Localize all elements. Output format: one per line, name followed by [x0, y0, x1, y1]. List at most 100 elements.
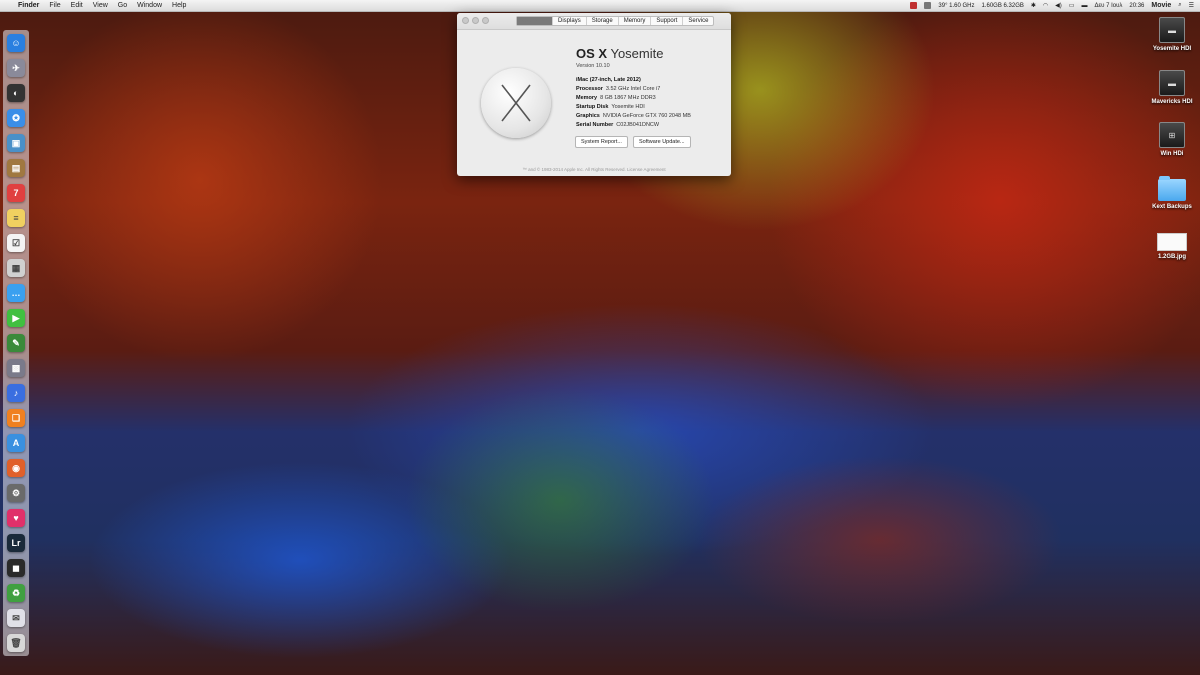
desktop-item-label: 1.2GB.jpg: [1157, 254, 1186, 260]
spec-memory: Memory 8 GB 1867 MHz DDR3: [576, 94, 691, 103]
about-tabs: Overview Displays Storage Memory Support…: [516, 16, 715, 26]
messages-icon[interactable]: …: [7, 284, 25, 302]
tab-memory[interactable]: Memory: [619, 17, 652, 25]
spec-label: iMac (27-inch, Late 2012): [576, 77, 641, 83]
battery-icon[interactable]: ▭: [1069, 2, 1075, 9]
desktop-item-label: Kext Backups: [1152, 204, 1192, 210]
desktop-item-image-file[interactable]: 1.2GB.jpg: [1147, 233, 1197, 260]
desktop-item-win-hdi[interactable]: ⊞ Win HDi: [1147, 122, 1197, 157]
spec-label: Graphics: [576, 113, 600, 119]
app-store-icon[interactable]: A: [7, 434, 25, 452]
menu-file[interactable]: File: [49, 2, 60, 9]
desktop-item-mavericks-hdi[interactable]: ▬ Mavericks HDI: [1147, 70, 1197, 105]
time-readout[interactable]: 20:36: [1129, 3, 1144, 9]
about-this-mac-window: Overview Displays Storage Memory Support…: [457, 13, 731, 176]
dock: ☺ ✈ ◐ ✪ ▣ ▤ 7 ≡ ☑ ▦ … ▶ ✎ ▩ ♪ ❏ A ◉ ⚙ ♥ Lr ◼ ♻ ✉ 🗑: [3, 30, 29, 656]
menu-help[interactable]: Help: [172, 2, 186, 9]
status-area: 39° 1.60 GHz 1.60GB 6.32GB ✱ ◠ ◀) ▭ ▬ Δε…: [910, 2, 1200, 9]
tab-storage[interactable]: Storage: [587, 17, 619, 25]
desktop-item-yosemite-hdi[interactable]: ▬ Yosemite HDI: [1147, 17, 1197, 52]
itunes-icon[interactable]: ♪: [7, 384, 25, 402]
image-file-icon: [1157, 233, 1187, 251]
spec-label: Startup Disk: [576, 104, 609, 110]
spec-label: Processor: [576, 86, 603, 92]
desktop-item-kext-backups[interactable]: Kext Backups: [1147, 176, 1197, 210]
active-app-readout[interactable]: Movie: [1151, 2, 1171, 9]
windows-drive-icon: ⊞: [1159, 122, 1185, 148]
hard-drive-icon: ▬: [1159, 17, 1185, 43]
launchpad-icon[interactable]: ✈: [7, 59, 25, 77]
spec-value: C02JB041DNCW: [616, 122, 660, 128]
spec-serial-number: Serial Number C02JB041DNCW: [576, 121, 691, 130]
folder-icon: [1158, 176, 1186, 201]
tab-support[interactable]: Support: [651, 17, 684, 25]
memory-readout[interactable]: 1.60GB 6.32GB: [982, 3, 1024, 9]
desktop-item-label: Yosemite HDI: [1152, 46, 1192, 52]
minimize-button[interactable]: [472, 17, 479, 24]
menu-finder[interactable]: Finder: [18, 2, 39, 9]
about-buttons: System Report... Software Update...: [575, 136, 691, 148]
menu-go[interactable]: Go: [118, 2, 127, 9]
spotlight-icon[interactable]: ⌕: [1178, 2, 1181, 9]
chat-app-icon[interactable]: ✉: [7, 609, 25, 627]
menu-window[interactable]: Window: [137, 2, 162, 9]
notes-icon[interactable]: ≡: [7, 209, 25, 227]
os-x-logo-icon: [481, 68, 551, 138]
date-readout[interactable]: Δευ 7 Ιουλ: [1094, 3, 1122, 9]
spec-value: NVIDIA GeForce GTX 760 2048 MB: [602, 113, 691, 119]
dashboard-icon[interactable]: ◐: [7, 84, 25, 102]
reminders-icon[interactable]: ☑: [7, 234, 25, 252]
os-title-bold: OS X: [576, 46, 608, 61]
tab-displays[interactable]: Displays: [553, 17, 587, 25]
recycle-app-icon[interactable]: ♻: [7, 584, 25, 602]
os-title: OS X Yosemite: [576, 46, 663, 61]
hard-drive-icon: ▬: [1159, 70, 1185, 96]
spec-value: Yosemite HDI: [611, 104, 645, 110]
window-titlebar[interactable]: Overview Displays Storage Memory Support…: [457, 13, 731, 30]
menu-bar: Finder File Edit View Go Window Help 39°…: [0, 0, 1200, 12]
evernote-icon[interactable]: ✎: [7, 334, 25, 352]
wifi-icon[interactable]: ◠: [1043, 2, 1048, 9]
photos-icon[interactable]: ▩: [7, 359, 25, 377]
spec-graphics: Graphics NVIDIA GeForce GTX 760 2048 MB: [576, 112, 691, 121]
spec-label: Serial Number: [576, 122, 614, 128]
tab-overview[interactable]: Overview: [517, 17, 554, 25]
spec-value: 8 GB 1867 MHz DDR3: [600, 95, 656, 101]
finder-icon[interactable]: ☺: [7, 34, 25, 52]
tab-service[interactable]: Service: [683, 17, 713, 25]
notification-center-icon[interactable]: ☰: [1189, 2, 1194, 9]
camera-app-icon[interactable]: ◼: [7, 559, 25, 577]
safari-icon[interactable]: ✪: [7, 109, 25, 127]
menu-edit[interactable]: Edit: [71, 2, 83, 9]
calendar-icon[interactable]: 7: [7, 184, 25, 202]
contacts-icon[interactable]: ▤: [7, 159, 25, 177]
menu-view[interactable]: View: [93, 2, 108, 9]
os-title-name: Yosemite: [610, 46, 664, 61]
lightroom-icon[interactable]: Lr: [7, 534, 25, 552]
system-report-button[interactable]: System Report...: [575, 136, 628, 148]
cpu-temp-readout[interactable]: 39° 1.60 GHz: [938, 3, 974, 9]
photo-booth-icon[interactable]: ▦: [7, 259, 25, 277]
preview-icon[interactable]: ▣: [7, 134, 25, 152]
heart-app-icon[interactable]: ♥: [7, 509, 25, 527]
volume-icon[interactable]: ◀): [1055, 2, 1062, 9]
spec-model: iMac (27-inch, Late 2012): [576, 76, 691, 85]
firefox-icon[interactable]: ◉: [7, 459, 25, 477]
software-update-button[interactable]: Software Update...: [632, 136, 691, 148]
desktop-item-label: Win HDi: [1160, 151, 1184, 157]
close-button[interactable]: [462, 17, 469, 24]
flag-icon[interactable]: ▬: [1081, 3, 1087, 9]
x-glyph-icon: [501, 84, 531, 122]
spec-processor: Processor 3.52 GHz Intel Core i7: [576, 85, 691, 94]
trash-icon[interactable]: 🗑: [7, 634, 25, 652]
spec-list: iMac (27-inch, Late 2012) Processor 3.52 …: [576, 76, 691, 130]
system-preferences-icon[interactable]: ⚙: [7, 484, 25, 502]
zoom-button[interactable]: [482, 17, 489, 24]
ibooks-icon[interactable]: ❏: [7, 409, 25, 427]
desktop-item-label: Mavericks HDI: [1151, 99, 1193, 105]
status-gray-icon[interactable]: [924, 2, 932, 9]
status-app-icon[interactable]: [910, 2, 918, 9]
facetime-icon[interactable]: ▶: [7, 309, 25, 327]
bluetooth-icon[interactable]: ✱: [1031, 2, 1036, 9]
spec-startup-disk: Startup Disk Yosemite HDI: [576, 103, 691, 112]
